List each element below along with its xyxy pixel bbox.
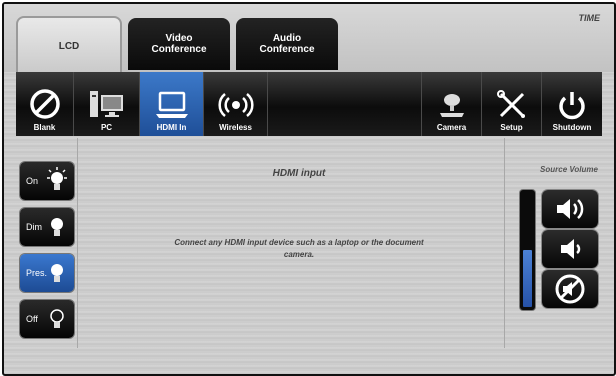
shutdown-button[interactable]: Shutdown xyxy=(542,72,602,136)
page-title: HDMI input xyxy=(272,168,326,179)
blank-icon xyxy=(29,89,60,119)
mute-button[interactable] xyxy=(542,270,598,308)
time-display: TIME xyxy=(578,13,601,23)
tab-lcd[interactable]: LCD xyxy=(16,16,122,74)
camera-button[interactable]: Camera xyxy=(422,72,482,136)
pc-icon xyxy=(89,91,123,117)
lights-dim-button[interactable]: Dim xyxy=(20,208,74,246)
volume-up-button[interactable] xyxy=(542,190,598,228)
lights-on-button[interactable]: On xyxy=(20,162,74,200)
bulb-off-icon xyxy=(50,309,64,328)
wireless-label: Wireless xyxy=(219,123,252,132)
shutdown-label: Shutdown xyxy=(552,123,592,132)
left-divider xyxy=(77,138,78,348)
tab-video-conference[interactable]: Video Conference xyxy=(128,18,230,70)
control-panel: LCD Video Conference Audio Conference TI… xyxy=(2,2,616,376)
lights-pres-button[interactable]: Pres. xyxy=(20,254,74,292)
bulb-icon xyxy=(51,264,63,282)
lights-dim-label: Dim xyxy=(26,222,42,232)
volume-meter-fill xyxy=(523,250,532,307)
wireless-icon xyxy=(217,93,254,117)
instruction-text: Connect any HDMI input device such as a … xyxy=(174,238,424,259)
setup-label: Setup xyxy=(500,123,523,132)
lights-off-label: Off xyxy=(26,314,38,324)
tab-audio-conference[interactable]: Audio Conference xyxy=(236,18,338,70)
wireless-button[interactable]: Wireless xyxy=(204,72,268,136)
lights-on-label: On xyxy=(26,176,39,186)
setup-button[interactable]: Setup xyxy=(482,72,542,136)
bulb-icon xyxy=(51,218,63,236)
lights-off-button[interactable]: Off xyxy=(20,300,74,338)
tools-icon xyxy=(496,90,525,118)
mute-icon xyxy=(555,274,585,304)
speaker-soft-icon xyxy=(561,239,581,259)
hdmi-in-button[interactable]: HDMI In xyxy=(140,72,204,136)
camera-label: Camera xyxy=(436,123,467,132)
volume-meter xyxy=(520,190,535,310)
volume-down-button[interactable] xyxy=(542,230,598,268)
hdmi-in-label: HDMI In xyxy=(156,123,187,132)
right-divider xyxy=(504,138,505,348)
tab-audio-conference-label: Audio Conference xyxy=(259,33,315,55)
tab-video-conference-label: Video Conference xyxy=(151,33,207,55)
pc-button[interactable]: PC xyxy=(74,72,140,136)
tab-lcd-label: LCD xyxy=(58,40,80,52)
speaker-loud-icon xyxy=(557,199,584,219)
blank-label: Blank xyxy=(33,123,56,132)
top-bar: LCD Video Conference Audio Conference TI… xyxy=(4,4,614,74)
source-volume-label: Source Volume xyxy=(540,165,598,174)
toolbar-spacer xyxy=(268,72,422,136)
source-toolbar: Blank PC HDMI In Wireless Camera Setup S… xyxy=(16,72,602,136)
pc-label: PC xyxy=(100,123,113,132)
blank-button[interactable]: Blank xyxy=(16,72,74,136)
lights-pres-label: Pres. xyxy=(26,268,48,278)
bulb-bright-icon xyxy=(47,167,67,190)
laptop-icon xyxy=(155,91,188,118)
power-icon xyxy=(559,92,585,120)
camera-icon xyxy=(439,94,464,117)
